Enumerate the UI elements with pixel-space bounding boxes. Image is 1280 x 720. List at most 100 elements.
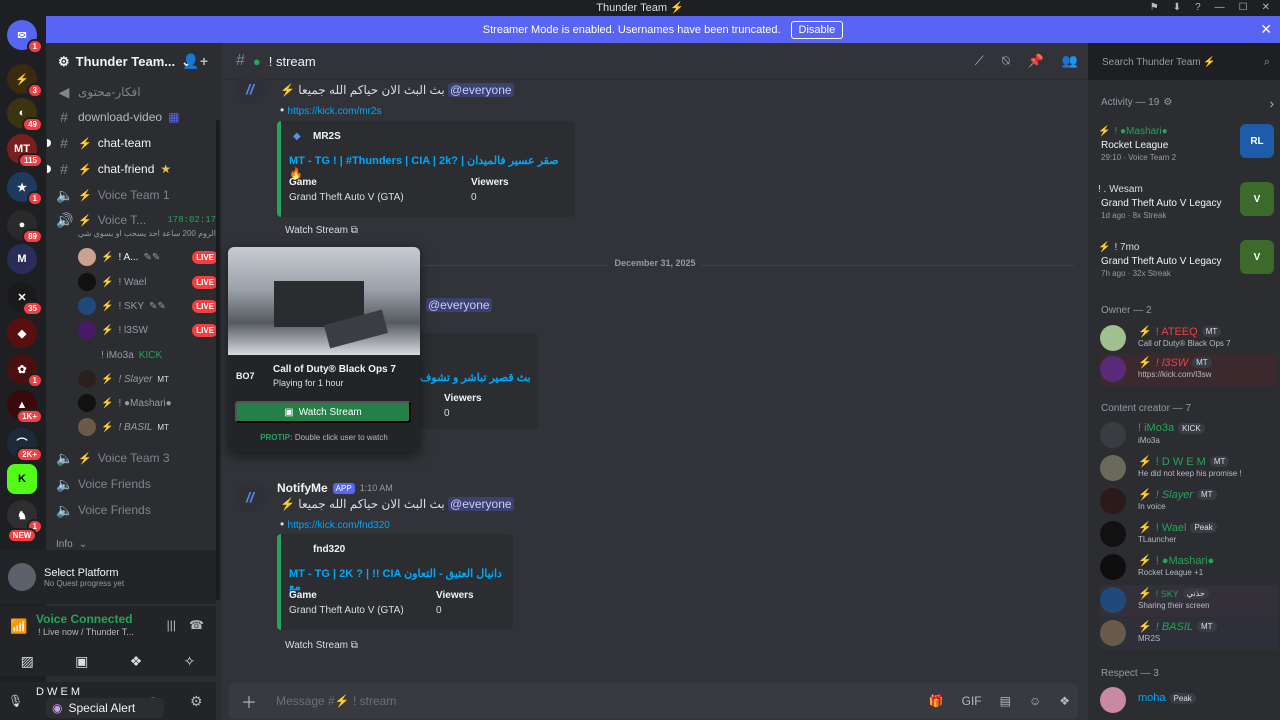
member-item[interactable]: ⚡! ATEEQ MT Call of Duty® Black Ops 7 [1100, 323, 1278, 355]
mention[interactable]: @everyone [426, 298, 492, 312]
member-item[interactable]: ⚡! Wael Peak TLauncher [1100, 519, 1278, 551]
invite-icon[interactable]: 👤+ [182, 53, 208, 70]
member-item[interactable]: ⚡! SKY حذني Sharing their screen [1100, 585, 1278, 617]
notifications-icon[interactable]: ⍉ [1002, 53, 1010, 69]
guild-icon[interactable]: ✿ 1 [7, 354, 43, 388]
close-icon[interactable]: ✕ [1260, 21, 1272, 38]
screen-share-icon[interactable]: ▣ [75, 653, 88, 670]
member-item[interactable]: ⚡! D W E M MT He did not keep his promise … [1100, 453, 1278, 485]
embed-title[interactable]: MT - TG ! | #Thunders | CIA | 2k? | صقر … [289, 154, 575, 180]
bot-avatar[interactable]: // [234, 481, 266, 513]
chevron-right-icon[interactable]: › [1270, 96, 1274, 111]
channel-item[interactable]: ◀ افكار-محتوى [56, 81, 216, 103]
voice-channel-item[interactable]: 🔈 Voice Friends [56, 473, 216, 495]
guild-icon[interactable]: ● 89 [7, 210, 43, 244]
grid-emoji-icon: ▦ [168, 110, 180, 124]
voice-channel-item-active[interactable]: 🔊 ⚡ Voice T... 178:02:17 [56, 209, 216, 231]
voice-user[interactable]: ⚡ ! Slayer MT [78, 368, 218, 390]
activities-icon[interactable]: ❖ [130, 653, 143, 670]
help-icon[interactable]: ? [1195, 2, 1201, 13]
voice-user[interactable]: ! iMo3a KICK [78, 344, 218, 366]
message-input[interactable]: Message #⚡ ! stream [276, 694, 396, 708]
guild-icon[interactable]: ⌒ 2K+ [7, 428, 43, 462]
disable-button[interactable]: Disable [790, 20, 844, 39]
voice-user[interactable]: ⚡ ! SKY ✎✎ LIVE [78, 295, 218, 317]
channel-label: Voice T... [97, 213, 147, 227]
gift-icon[interactable]: 🎁 [929, 694, 944, 708]
channel-item[interactable]: # download-video ▦ [56, 106, 216, 128]
member-item[interactable]: ⚡! l3SW MT https://kick.com/l3sw [1100, 354, 1278, 386]
guild-icon[interactable]: ◐ 49 [7, 98, 43, 132]
activity-game: Grand Theft Auto V Legacy [1101, 198, 1222, 209]
guild-icon[interactable]: ✕ 35 [7, 282, 43, 316]
soundboard-icon[interactable]: ✧ [184, 653, 196, 670]
channel-scrollbar[interactable] [216, 120, 220, 600]
voice-user[interactable]: ⚡ ! A... ✎✎ LIVE [78, 246, 218, 268]
mention[interactable]: @everyone [448, 83, 514, 97]
kick-guild-icon[interactable]: K [7, 464, 37, 494]
mention[interactable]: @everyone [448, 497, 514, 511]
embed-title[interactable]: بث قصير تباشر و تشوف [420, 371, 531, 384]
message-composer[interactable]: ＋ Message #⚡ ! stream 🎁 GIF ▤ ☺ ❖ [229, 683, 1078, 719]
voice-user[interactable]: ⚡ ! ●Mashari● [78, 392, 218, 414]
member-item[interactable]: ! iMo3a KICK iMo3a [1100, 420, 1278, 452]
activity-header[interactable]: Activity — 19 ⚙ [1101, 97, 1172, 108]
voice-channel-item[interactable]: 🔈 ⚡ Voice Team 3 [56, 447, 216, 469]
threads-icon[interactable]: ⟋ [975, 53, 984, 69]
microphone-icon[interactable]: 🎙 [8, 694, 23, 708]
voice-user[interactable]: ⚡ ! BASIL MT [78, 416, 218, 438]
signal-icon[interactable]: 📶 [10, 618, 27, 635]
voice-status[interactable]: Voice Connected [36, 612, 132, 626]
guild-icon[interactable]: ⚡ 3 [7, 64, 43, 98]
voice-user[interactable]: ⚡ ! l3SW LIVE [78, 319, 218, 341]
member-item[interactable]: ⚡! Slayer MT In voice [1100, 486, 1278, 518]
guild-icon[interactable]: ★ 1 [7, 172, 43, 206]
search-input[interactable]: Search Thunder Team ⚡ ⌕ [1095, 50, 1276, 74]
watch-stream-link[interactable]: Watch Stream ⧉ [285, 640, 358, 651]
plus-icon[interactable]: ＋ [241, 689, 257, 713]
settings-gear-icon[interactable]: ⚙ [190, 693, 203, 710]
server-header[interactable]: ⚙ Thunder Team... ⌄ 👤+ [46, 43, 222, 80]
quest-panel[interactable]: Select Platform No Quest progress yet [0, 550, 216, 604]
voice-user[interactable]: ⚡ ! Wael LIVE [78, 271, 218, 293]
close-window-icon[interactable]: ✕ [1262, 2, 1270, 13]
emoji-icon[interactable]: ☺ [1029, 694, 1041, 708]
stream-link[interactable]: https://kick.com/mr2s [288, 106, 382, 117]
member-item[interactable]: ⚡! ●Mashari● Rocket League +1 [1100, 552, 1278, 584]
member-item[interactable]: ⚡! BASIL MT MR2S [1100, 618, 1278, 650]
member-list-icon[interactable]: 👥 [1062, 53, 1078, 69]
voice-channel-item[interactable]: 🔈 Voice Friends [56, 499, 216, 521]
watch-stream-link[interactable]: Watch Stream ⧉ [285, 225, 358, 236]
apps-icon[interactable]: ❖ [1059, 694, 1070, 708]
guild-icon[interactable]: ▲ 1K+ [7, 390, 43, 424]
channel-item-chat-team[interactable]: # ⚡ chat-team [47, 132, 216, 154]
member-item[interactable]: moha Peak [1100, 685, 1278, 717]
gif-icon[interactable]: GIF [962, 694, 982, 708]
disconnect-icon[interactable]: ☎ [189, 618, 204, 632]
inbox-icon[interactable]: ⚑ [1150, 2, 1159, 13]
guild-icon[interactable]: M [7, 244, 37, 274]
pin-icon[interactable]: 📌 [1028, 53, 1044, 69]
bot-avatar[interactable]: // [234, 73, 266, 105]
noise-suppression-icon[interactable]: ||| [167, 618, 176, 632]
stream-link[interactable]: https://kick.com/fnd320 [288, 520, 390, 531]
download-icon[interactable]: ⬇ [1173, 2, 1181, 13]
embed-title[interactable]: MT - TG | 2K ? | !! CIA دانيال العتيق - … [289, 567, 513, 593]
direct-messages-icon[interactable]: ✉ 1 [7, 20, 43, 54]
activity-card[interactable]: ! . Wesam Grand Theft Auto V Legacy 1d a… [1098, 182, 1276, 236]
author-name[interactable]: NotifyMe [277, 481, 328, 495]
activity-card[interactable]: ⚡! ●Mashari● Rocket League 29:10 · Voice… [1098, 124, 1276, 178]
stream-thumbnail[interactable] [228, 247, 420, 355]
guild-icon[interactable]: MT 115 [7, 134, 43, 168]
maximize-icon[interactable]: ☐ [1239, 2, 1248, 13]
guild-icon[interactable]: ◆ [7, 318, 37, 348]
new-badge[interactable]: NEW [6, 526, 38, 544]
special-alert[interactable]: ◉ Special Alert [46, 698, 164, 718]
sticker-icon[interactable]: ▤ [1000, 694, 1011, 708]
minimize-icon[interactable]: — [1215, 2, 1225, 13]
camera-off-icon[interactable]: ▨ [21, 653, 34, 670]
activity-card[interactable]: ⚡! 7mo Grand Theft Auto V Legacy 7h ago … [1098, 240, 1276, 294]
channel-item-chat-friend[interactable]: # ⚡ chat-friend ★ [47, 158, 216, 180]
watch-stream-button[interactable]: ▣ Watch Stream [235, 401, 411, 423]
voice-channel-item[interactable]: 🔈 ⚡ Voice Team 1 [56, 184, 216, 206]
